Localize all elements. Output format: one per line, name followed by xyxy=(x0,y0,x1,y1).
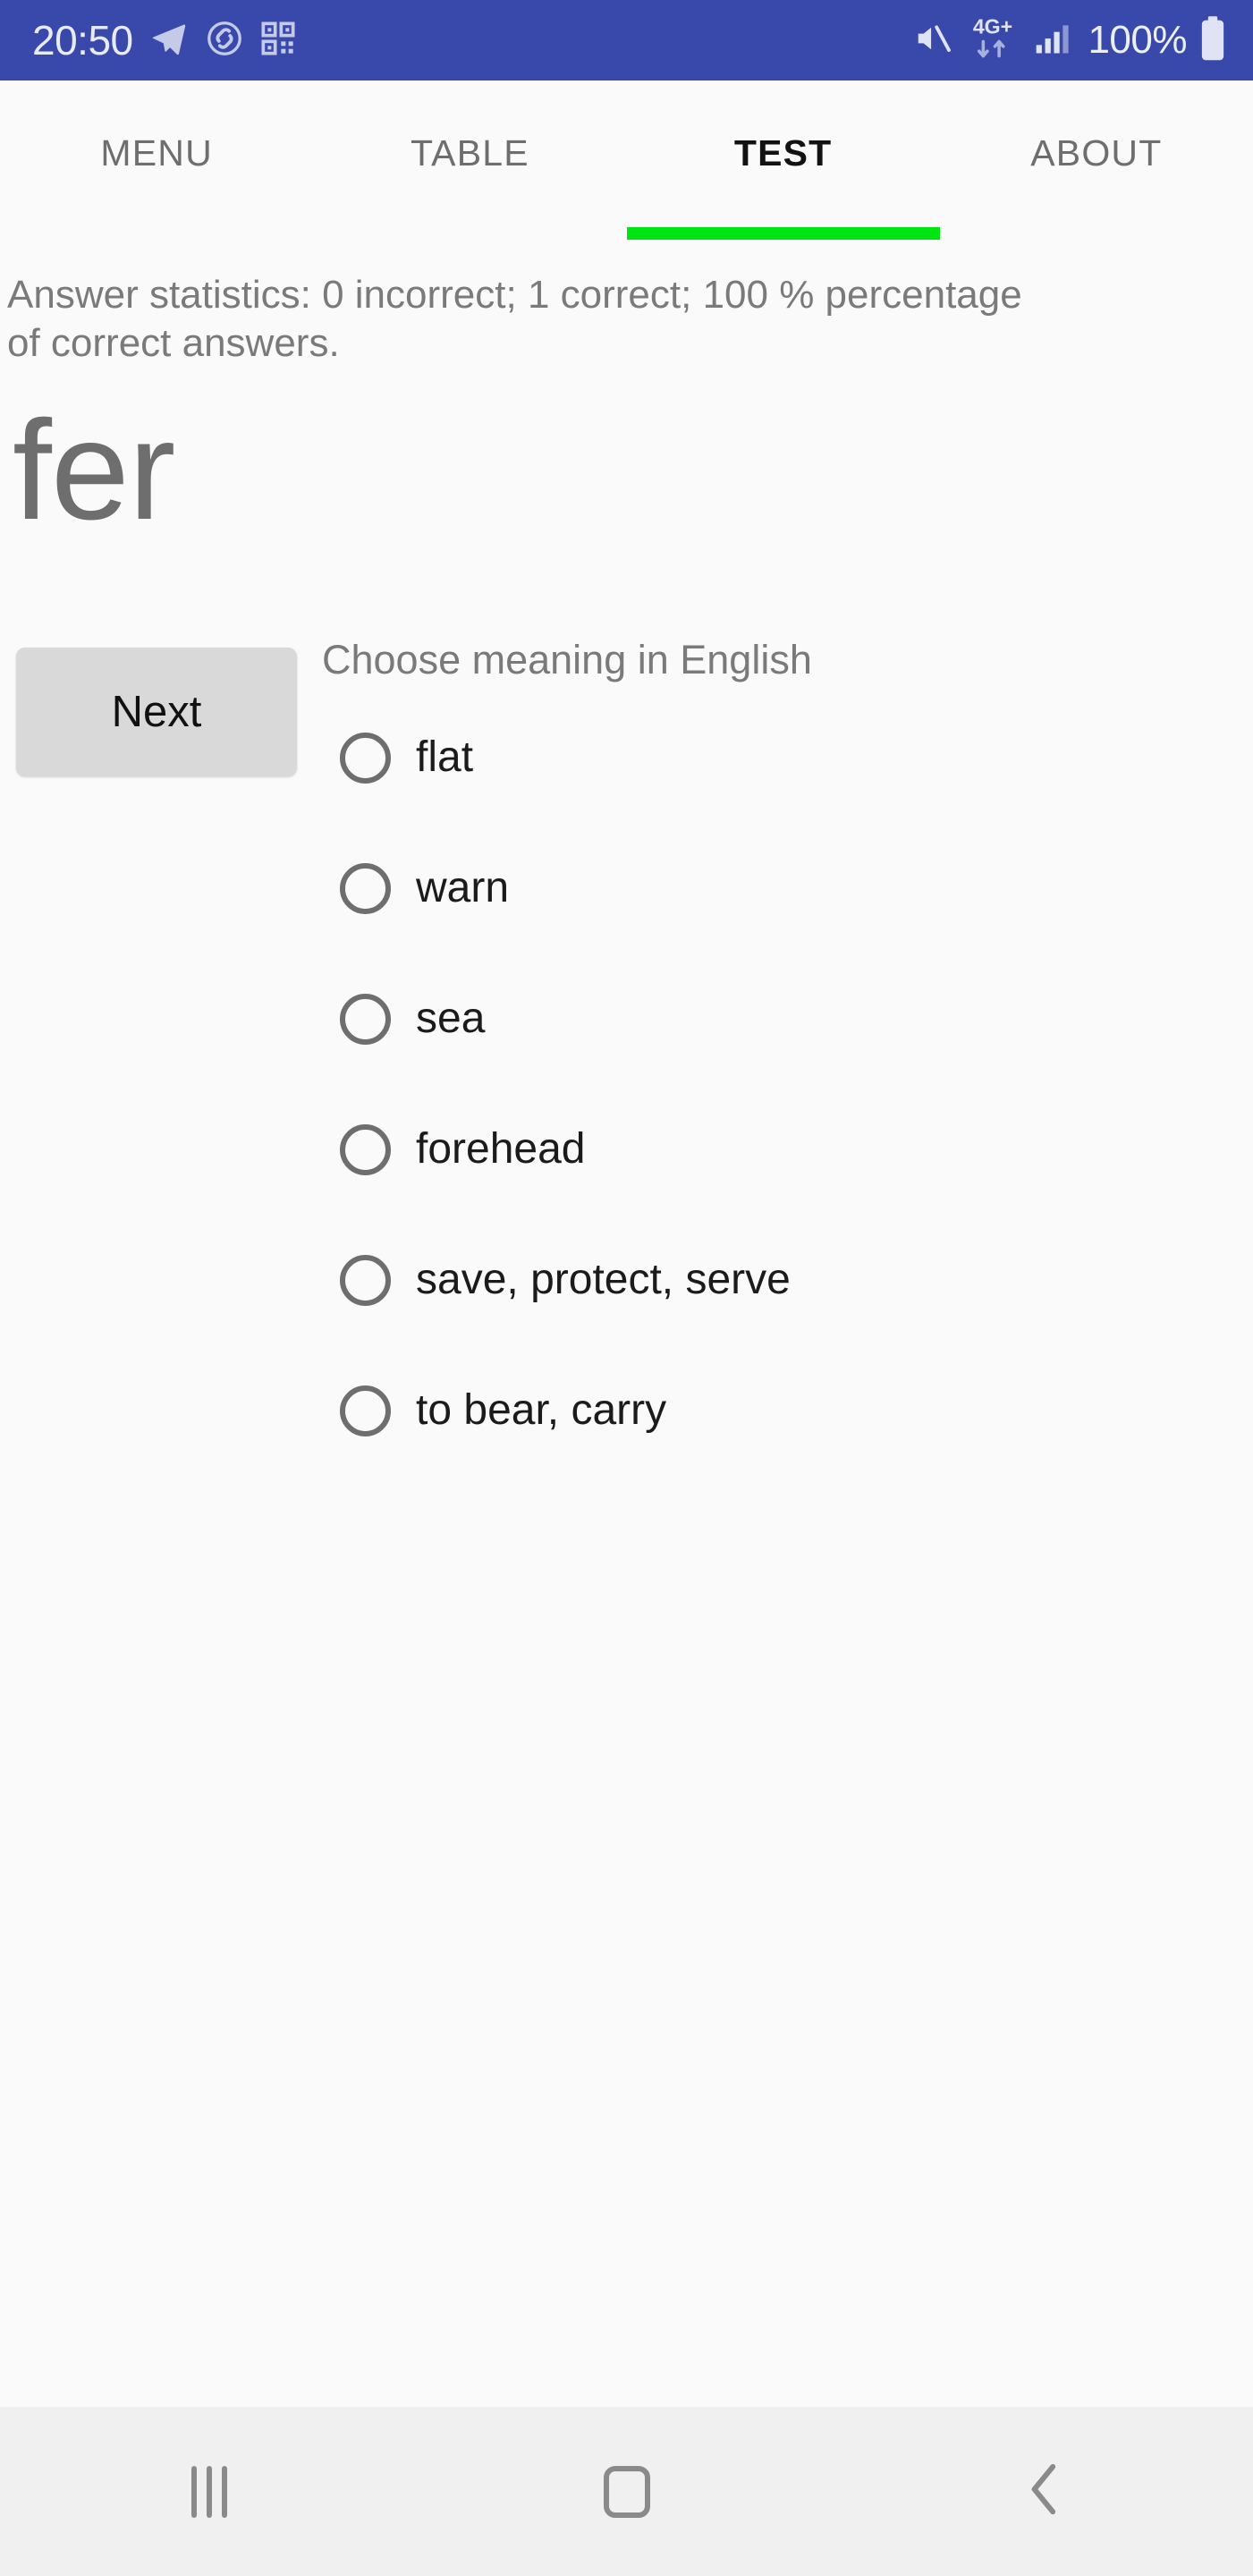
option-label: warn xyxy=(416,864,510,911)
option-label: forehead xyxy=(416,1125,586,1173)
question-prompt: Choose meaning in English xyxy=(322,637,812,682)
qr-code-icon xyxy=(260,21,296,61)
option-row[interactable]: sea xyxy=(340,953,791,1084)
status-bar: 20:50 4G+ 100% xyxy=(0,0,1253,80)
option-row[interactable]: save, protect, serve xyxy=(340,1215,791,1345)
signal-bars-icon xyxy=(1032,19,1073,63)
next-button[interactable]: Next xyxy=(16,648,297,776)
back-button[interactable] xyxy=(835,2407,1253,2576)
network-4g-plus-icon: 4G+ xyxy=(964,13,1021,69)
tab-label: ABOUT xyxy=(1030,131,1163,174)
battery-percent-label: 100% xyxy=(1088,18,1187,62)
status-clock: 20:50 xyxy=(32,17,133,64)
answer-options: flat warn sea forehead save, protect, se… xyxy=(340,692,791,1476)
android-nav-bar xyxy=(0,2407,1253,2576)
home-icon xyxy=(603,2465,650,2518)
tab-bar: MENU TABLE TEST ABOUT xyxy=(0,80,1253,252)
status-bar-right: 4G+ 100% xyxy=(912,13,1228,69)
tab-table[interactable]: TABLE xyxy=(313,80,626,252)
tab-menu[interactable]: MENU xyxy=(0,80,313,252)
home-button[interactable] xyxy=(418,2407,835,2576)
recents-icon xyxy=(190,2465,227,2518)
mute-icon xyxy=(912,18,953,64)
radio-button-icon[interactable] xyxy=(340,862,391,914)
shazam-icon xyxy=(205,19,244,63)
test-content: Answer statistics: 0 incorrect; 1 correc… xyxy=(0,252,1253,2407)
option-label: to bear, carry xyxy=(416,1386,667,1434)
option-row[interactable]: to bear, carry xyxy=(340,1345,791,1476)
back-icon xyxy=(1020,2461,1070,2522)
answer-statistics: Answer statistics: 0 incorrect; 1 correc… xyxy=(7,273,1022,365)
radio-button-icon[interactable] xyxy=(340,1385,391,1436)
radio-button-icon[interactable] xyxy=(340,1254,391,1306)
tab-label: MENU xyxy=(100,131,213,174)
tab-label: TABLE xyxy=(410,131,529,174)
option-label: sea xyxy=(416,995,486,1042)
radio-button-icon[interactable] xyxy=(340,993,391,1045)
option-row[interactable]: flat xyxy=(340,692,791,823)
recents-button[interactable] xyxy=(0,2407,418,2576)
option-label: flat xyxy=(416,733,474,781)
tab-about[interactable]: ABOUT xyxy=(940,80,1253,252)
battery-icon xyxy=(1198,15,1228,66)
option-label: save, protect, serve xyxy=(416,1256,791,1303)
svg-text:4G+: 4G+ xyxy=(973,14,1012,38)
status-bar-left: 20:50 xyxy=(32,19,296,63)
tab-label: TEST xyxy=(733,131,833,174)
telegram-icon xyxy=(149,19,189,63)
question-word: fer xyxy=(13,392,175,549)
tab-test[interactable]: TEST xyxy=(626,80,940,252)
option-row[interactable]: forehead xyxy=(340,1084,791,1215)
tab-active-indicator xyxy=(626,227,940,240)
option-row[interactable]: warn xyxy=(340,823,791,953)
radio-button-icon[interactable] xyxy=(340,732,391,784)
radio-button-icon[interactable] xyxy=(340,1123,391,1175)
next-button-label: Next xyxy=(111,688,202,736)
